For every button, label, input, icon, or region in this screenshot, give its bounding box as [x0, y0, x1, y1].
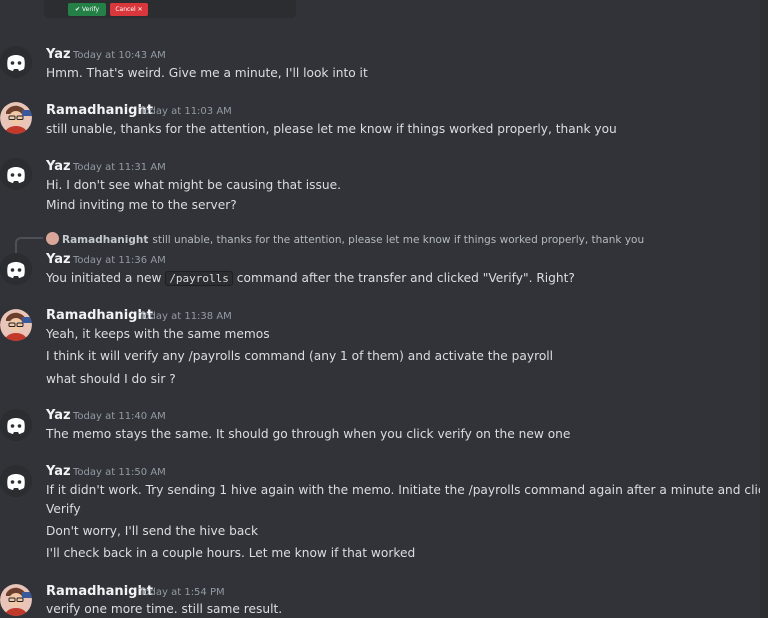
verify-button-label: Verify: [82, 6, 100, 13]
cancel-button[interactable]: Cancel ✕: [110, 3, 148, 16]
message-text: I'll check back in a couple hours. Let m…: [46, 546, 416, 560]
message-author[interactable]: Ramadhanight: [46, 308, 153, 323]
message-text: Don't worry, I'll send the hive back: [46, 524, 259, 538]
message-timestamp: Today at 1:54 PM: [139, 587, 225, 598]
inline-code: /payrolls: [165, 271, 233, 286]
message-text: Hmm. That's weird. Give me a minute, I'l…: [46, 66, 368, 80]
message-timestamp: Today at 11:36 AM: [73, 255, 166, 266]
close-icon: ✕: [135, 6, 143, 13]
message-timestamp: Today at 11:40 AM: [73, 411, 166, 422]
message-author[interactable]: Ramadhanight: [46, 584, 153, 599]
message-author[interactable]: Ramadhanight: [46, 103, 153, 118]
message-timestamp: Today at 11:50 AM: [73, 467, 166, 478]
message-text: verify one more time. still same result.: [46, 602, 283, 616]
message-text: still unable, thanks for the attention, …: [46, 122, 617, 136]
message-text: Verify: [46, 502, 81, 516]
scrollbar-track[interactable]: [760, 0, 768, 618]
avatar[interactable]: [0, 584, 32, 616]
message-text: I think it will verify any /payrolls com…: [46, 349, 554, 363]
message-text: You initiated a new /payrolls command af…: [46, 271, 575, 286]
message-timestamp: Today at 11:03 AM: [139, 106, 232, 117]
avatar[interactable]: [0, 465, 32, 497]
reply-spine: [15, 237, 43, 253]
message-author[interactable]: Yaz: [46, 252, 71, 267]
message-text: The memo stays the same. It should go th…: [46, 427, 571, 441]
verify-button[interactable]: ✔ Verify: [68, 3, 106, 16]
message-text: Hi. I don't see what might be causing th…: [46, 178, 341, 192]
message-text-part: command after the transfer and clicked "…: [232, 271, 575, 285]
message-author[interactable]: Yaz: [46, 159, 71, 174]
bot-embed-card: ✔ Verify Cancel ✕: [44, 0, 296, 18]
avatar[interactable]: [0, 102, 32, 134]
message-author[interactable]: Yaz: [46, 464, 71, 479]
message-text: Yeah, it keeps with the same memos: [46, 327, 270, 341]
avatar[interactable]: [0, 309, 32, 341]
message-text: what should I do sir ?: [46, 372, 176, 386]
reply-reference[interactable]: Ramadhanight still unable, thanks for the…: [46, 232, 644, 246]
avatar[interactable]: [0, 46, 32, 78]
cancel-button-label: Cancel: [115, 6, 136, 13]
reply-avatar: [46, 232, 59, 245]
message-timestamp: Today at 10:43 AM: [73, 50, 166, 61]
message-text-part: You initiated a new: [46, 271, 166, 285]
check-icon: ✔: [74, 6, 80, 13]
message-timestamp: Today at 11:31 AM: [73, 162, 166, 173]
message-text: Mind inviting me to the server?: [46, 198, 237, 212]
reply-text: still unable, thanks for the attention, …: [152, 234, 645, 246]
message-author[interactable]: Yaz: [46, 408, 71, 423]
avatar[interactable]: [0, 253, 32, 285]
reply-author: Ramadhanight: [62, 234, 149, 246]
avatar[interactable]: [0, 158, 32, 190]
message-author[interactable]: Yaz: [46, 47, 71, 62]
message-text: If it didn't work. Try sending 1 hive ag…: [46, 483, 768, 497]
avatar[interactable]: [0, 409, 32, 441]
message-timestamp: Today at 11:38 AM: [139, 311, 232, 322]
